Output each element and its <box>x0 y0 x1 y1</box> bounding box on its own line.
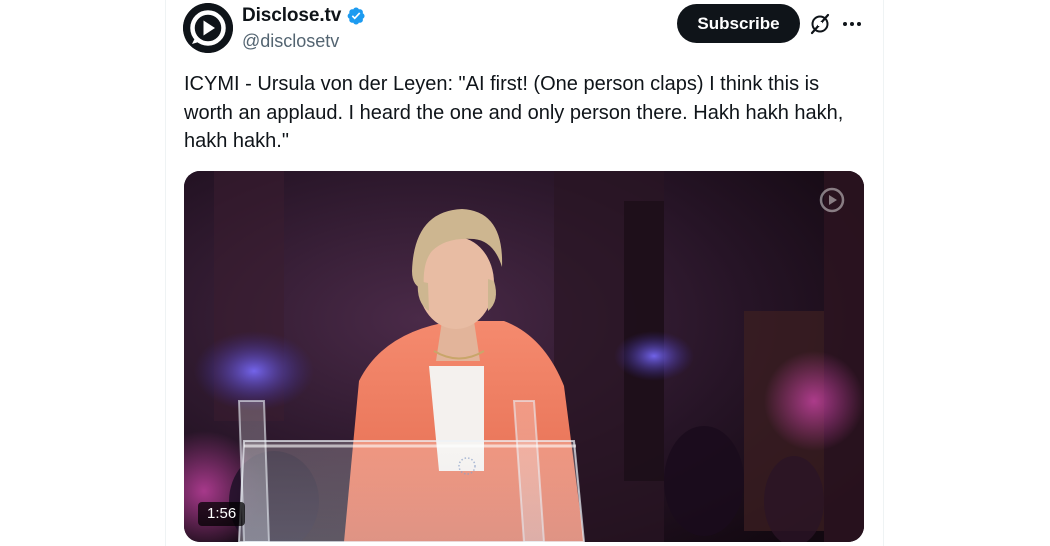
author-handle[interactable]: @disclosetv <box>242 31 339 52</box>
play-logo-icon <box>818 186 846 214</box>
tweet-page: Disclose.tv @disclosetv Subscribe ICYMI … <box>0 0 1050 546</box>
play-logo-icon <box>183 3 233 53</box>
avatar[interactable] <box>183 3 233 53</box>
more-icon[interactable] <box>840 12 864 36</box>
video-duration-badge: 1:56 <box>198 502 246 526</box>
author-name-row[interactable]: Disclose.tv <box>242 5 366 27</box>
timeline-border-right <box>883 0 884 546</box>
grok-icon[interactable] <box>808 12 832 36</box>
subscribe-button[interactable]: Subscribe <box>677 4 800 43</box>
video-thumbnail <box>184 171 864 542</box>
tweet-text: ICYMI - Ursula von der Leyen: "AI first!… <box>184 73 844 152</box>
video-player[interactable] <box>184 171 864 542</box>
author-name[interactable]: Disclose.tv <box>242 5 341 27</box>
verified-badge-icon <box>346 6 366 26</box>
timeline-border-left <box>165 0 166 546</box>
